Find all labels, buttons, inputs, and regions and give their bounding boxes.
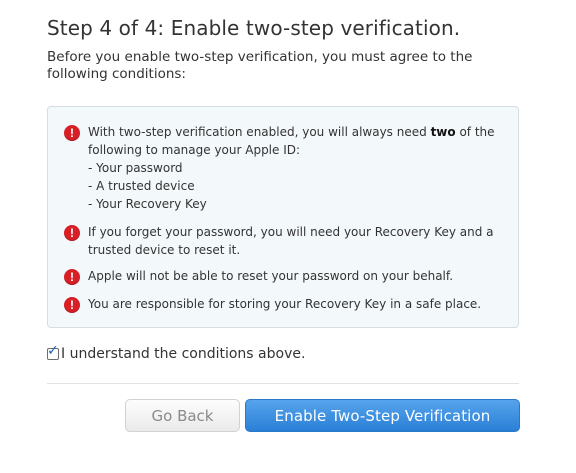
warning-icon: ! <box>64 125 80 141</box>
page-title: Step 4 of 4: Enable two-step verificatio… <box>47 16 461 40</box>
intro-text: Before you enable two-step verification,… <box>47 49 473 82</box>
conditions-box: ! With two-step verification enabled, yo… <box>47 106 519 328</box>
warning-icon: ! <box>64 225 80 241</box>
condition-line: following to manage your Apple ID: <box>88 143 301 157</box>
condition-text: You are responsible for storing your Rec… <box>88 295 508 313</box>
condition-text: With two-step verification enabled, you … <box>88 123 508 213</box>
condition-line: trusted device to reset it. <box>88 243 241 257</box>
condition-text: Apple will not be able to reset your pas… <box>88 267 508 285</box>
agree-label[interactable]: I understand the conditions above. <box>61 346 305 362</box>
condition-line: - Your password <box>88 161 183 175</box>
condition-text: If you forget your password, you will ne… <box>88 223 508 259</box>
condition-line: Apple will not be able to reset your pas… <box>88 269 454 283</box>
checkmark-icon: ✓ <box>47 343 59 359</box>
enable-two-step-button[interactable]: Enable Two-Step Verification <box>245 399 520 432</box>
condition-line: You are responsible for storing your Rec… <box>88 297 482 311</box>
agreement-row[interactable]: ✓ I understand the conditions above. <box>47 344 305 364</box>
condition-line: If you forget your password, you will ne… <box>88 225 494 239</box>
agree-checkbox[interactable]: ✓ <box>47 344 59 360</box>
divider <box>47 383 519 384</box>
condition-line: - A trusted device <box>88 179 195 193</box>
enable-two-step-page: Step 4 of 4: Enable two-step verificatio… <box>0 0 576 473</box>
warning-icon: ! <box>64 297 80 313</box>
condition-line: - Your Recovery Key <box>88 197 207 211</box>
warning-icon: ! <box>64 269 80 285</box>
emphasis-text: two <box>430 125 456 139</box>
condition-line: With two-step verification enabled, you … <box>88 125 495 139</box>
go-back-button[interactable]: Go Back <box>125 399 240 432</box>
